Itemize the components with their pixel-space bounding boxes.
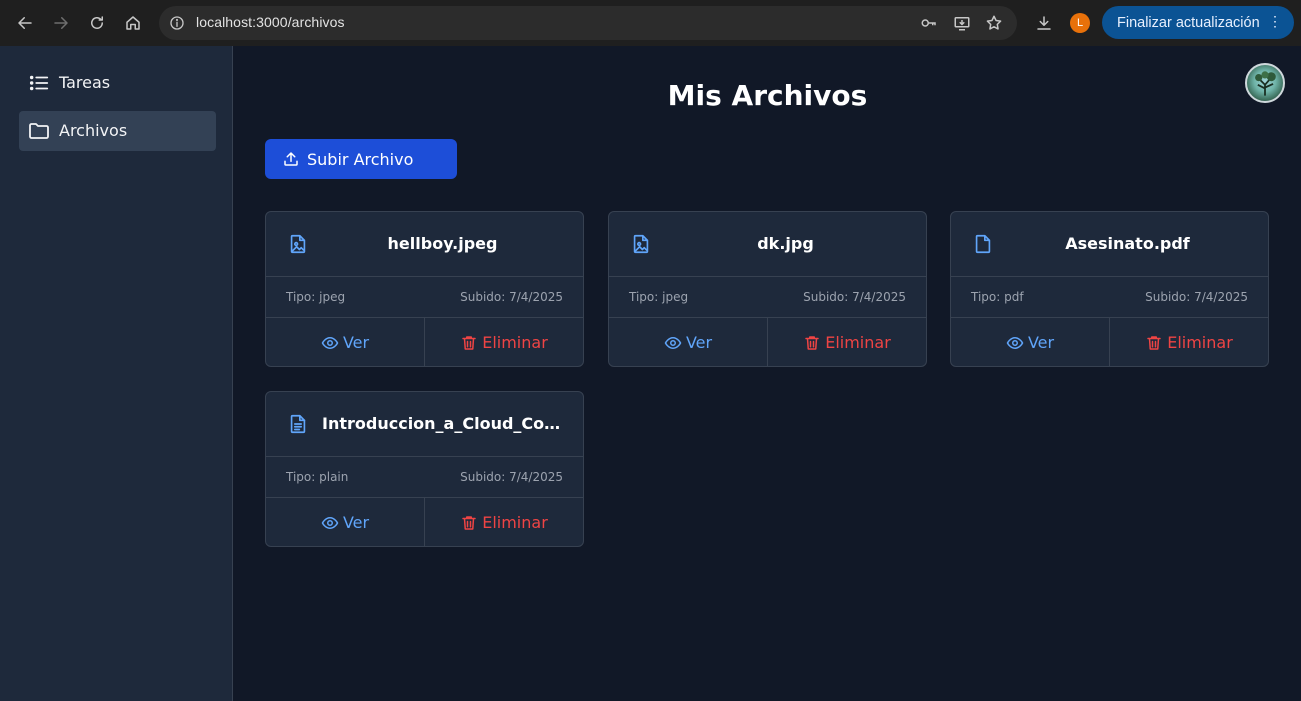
file-icon [971,232,995,256]
file-type: Tipo: jpeg [629,290,689,304]
file-actions: Ver Eliminar [266,318,583,366]
eye-icon [1006,334,1024,352]
file-actions: Ver Eliminar [609,318,926,366]
delete-label: Eliminar [1167,333,1233,352]
view-label: Ver [342,333,370,352]
folder-icon [27,119,51,143]
sidebar-item-label: Tareas [59,73,111,92]
delete-label: Eliminar [482,333,548,352]
file-date: Subido: 7/4/2025 [460,290,563,304]
file-meta: Tipo: jpeg Subido: 7/4/2025 [609,277,926,318]
file-card-header: dk.jpg [609,212,926,277]
finish-update-label: Finalizar actualización [1117,14,1260,31]
delete-button[interactable]: Eliminar [1110,318,1268,366]
view-label: Ver [342,513,370,532]
file-meta: Tipo: pdf Subido: 7/4/2025 [951,277,1268,318]
trash-icon [803,334,821,352]
sidebar-item-tareas[interactable]: Tareas [19,63,216,103]
file-name: dk.jpg [757,234,814,253]
upload-icon [281,149,301,169]
view-button[interactable]: Ver [266,318,425,366]
finish-update-button[interactable]: Finalizar actualización ⋮ [1102,6,1294,39]
delete-label: Eliminar [482,513,548,532]
file-card: Introduccion_a_Cloud_Computing Tipo: pla… [265,391,584,547]
delete-label: Eliminar [825,333,891,352]
reload-icon[interactable] [85,11,109,35]
eye-icon [321,334,339,352]
install-icon[interactable] [952,13,972,33]
file-card-header: Introduccion_a_Cloud_Computing [266,392,583,457]
star-icon[interactable] [984,13,1004,33]
file-card: hellboy.jpeg Tipo: jpeg Subido: 7/4/2025… [265,211,584,367]
image-file-icon [629,232,653,256]
file-type: Tipo: pdf [971,290,1024,304]
file-date: Subido: 7/4/2025 [1145,290,1248,304]
view-button[interactable]: Ver [951,318,1110,366]
file-type: Tipo: plain [286,470,349,484]
address-bar[interactable]: localhost:3000/archivos [159,6,1017,40]
profile-avatar[interactable]: L [1070,13,1090,33]
delete-button[interactable]: Eliminar [768,318,926,366]
sidebar-item-archivos[interactable]: Archivos [19,111,216,151]
browser-toolbar: localhost:3000/archivos L Finalizar actu… [0,0,1301,46]
user-avatar[interactable] [1245,63,1285,103]
eye-icon [664,334,682,352]
page-title: Mis Archivos [667,79,868,112]
list-icon [27,71,51,95]
delete-button[interactable]: Eliminar [425,498,583,546]
view-label: Ver [1027,333,1055,352]
file-card: Asesinato.pdf Tipo: pdf Subido: 7/4/2025… [950,211,1269,367]
delete-button[interactable]: Eliminar [425,318,583,366]
trash-icon [460,334,478,352]
file-actions: Ver Eliminar [266,498,583,546]
file-date: Subido: 7/4/2025 [460,470,563,484]
trash-icon [460,514,478,532]
file-name: Introduccion_a_Cloud_Computing [322,414,563,433]
file-name: hellboy.jpeg [387,234,498,253]
image-file-icon [286,232,310,256]
text-file-icon [286,412,310,436]
trash-icon [1145,334,1163,352]
file-name: Asesinato.pdf [1065,234,1190,253]
info-icon[interactable] [167,13,187,33]
key-icon[interactable] [919,13,939,33]
file-card-header: hellboy.jpeg [266,212,583,277]
sidebar: Tareas Archivos [0,46,233,701]
view-button[interactable]: Ver [266,498,425,546]
back-icon[interactable] [13,11,37,35]
view-button[interactable]: Ver [609,318,768,366]
sidebar-item-label: Archivos [59,121,128,140]
eye-icon [321,514,339,532]
home-icon[interactable] [121,11,145,35]
file-date: Subido: 7/4/2025 [803,290,906,304]
upload-file-button[interactable]: Subir Archivo [265,139,457,179]
upload-file-label: Subir Archivo [307,150,414,169]
file-card-header: Asesinato.pdf [951,212,1268,277]
forward-icon[interactable] [49,11,73,35]
url-text: localhost:3000/archivos [196,14,345,30]
file-type: Tipo: jpeg [286,290,346,304]
kebab-menu-icon[interactable]: ⋮ [1268,14,1282,28]
download-icon[interactable] [1034,13,1054,33]
file-meta: Tipo: plain Subido: 7/4/2025 [266,457,583,498]
main-content: Mis Archivos Subir Archivo hellboy.jpeg … [234,46,1301,701]
view-label: Ver [685,333,713,352]
file-meta: Tipo: jpeg Subido: 7/4/2025 [266,277,583,318]
file-card: dk.jpg Tipo: jpeg Subido: 7/4/2025 Ver E… [608,211,927,367]
file-actions: Ver Eliminar [951,318,1268,366]
